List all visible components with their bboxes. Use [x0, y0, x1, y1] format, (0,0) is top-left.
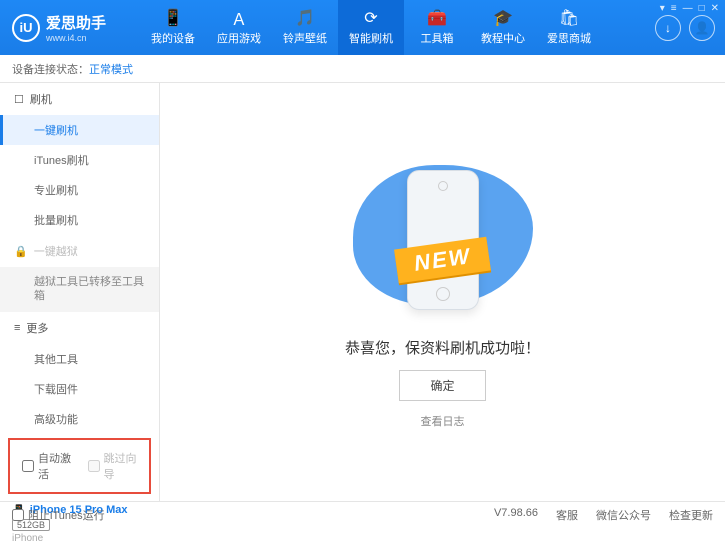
- device-type: iPhone: [12, 533, 147, 544]
- sidebar-item-advanced[interactable]: 高级功能: [0, 404, 159, 434]
- list-icon: ≡: [14, 322, 20, 334]
- support-link[interactable]: 客服: [556, 507, 578, 523]
- sidebar-item-download-firmware[interactable]: 下载固件: [0, 374, 159, 404]
- menu-dropdown-icon[interactable]: ▾: [660, 3, 665, 14]
- device-icon: 📱: [164, 9, 182, 27]
- logo-icon: iU: [12, 14, 40, 42]
- sidebar-item-itunes-flash[interactable]: iTunes刷机: [0, 145, 159, 175]
- nav-toolbox[interactable]: 🧰工具箱: [404, 0, 470, 55]
- device-info: 📱iPhone 15 Pro Max 512GB iPhone: [0, 498, 159, 550]
- status-bar: 设备连接状态： 正常模式: [0, 55, 725, 83]
- status-mode: 正常模式: [89, 61, 133, 77]
- maximize-icon[interactable]: □: [699, 3, 705, 14]
- nav-flash[interactable]: ⟳智能刷机: [338, 0, 404, 55]
- tutorial-icon: 🎓: [494, 9, 512, 27]
- music-icon: 🎵: [296, 9, 314, 27]
- nav-tutorials[interactable]: 🎓教程中心: [470, 0, 536, 55]
- success-message: 恭喜您，保资料刷机成功啦！: [345, 337, 540, 358]
- close-icon[interactable]: ✕: [711, 3, 719, 14]
- nav-my-device[interactable]: 📱我的设备: [140, 0, 206, 55]
- sidebar-item-pro-flash[interactable]: 专业刷机: [0, 175, 159, 205]
- main-nav: 📱我的设备 Ａ应用游戏 🎵铃声壁纸 ⟳智能刷机 🧰工具箱 🎓教程中心 🛍爱思商城: [140, 0, 602, 55]
- status-label: 设备连接状态：: [12, 61, 89, 77]
- sidebar-jailbreak-notice[interactable]: 越狱工具已转移至工具箱: [0, 267, 159, 312]
- nav-apps[interactable]: Ａ应用游戏: [206, 0, 272, 55]
- window-controls: ▾ ≡ — □ ✕: [660, 3, 719, 14]
- success-illustration: NEW: [343, 155, 543, 325]
- version-label: V7.98.66: [494, 507, 538, 523]
- header-actions: ↓ 👤: [655, 15, 725, 41]
- sidebar: ☐刷机 一键刷机 iTunes刷机 专业刷机 批量刷机 🔒一键越狱 越狱工具已转…: [0, 83, 160, 501]
- sidebar-section-flash[interactable]: ☐刷机: [0, 83, 159, 115]
- nav-store[interactable]: 🛍爱思商城: [536, 0, 602, 55]
- sidebar-item-batch-flash[interactable]: 批量刷机: [0, 205, 159, 235]
- sidebar-section-jailbreak: 🔒一键越狱: [0, 235, 159, 267]
- sidebar-section-more[interactable]: ≡更多: [0, 312, 159, 344]
- app-url: www.i4.cn: [46, 33, 106, 43]
- menu-list-icon[interactable]: ≡: [671, 3, 677, 14]
- block-itunes-checkbox[interactable]: 阻止iTunes运行: [12, 507, 105, 523]
- skip-guide-checkbox[interactable]: 跳过向导: [88, 450, 138, 482]
- user-icon: 👤: [695, 21, 710, 35]
- view-log-link[interactable]: 查看日志: [421, 413, 465, 429]
- apps-icon: Ａ: [230, 9, 248, 27]
- toolbox-icon: 🧰: [428, 9, 446, 27]
- update-link[interactable]: 检查更新: [669, 507, 713, 523]
- download-button[interactable]: ↓: [655, 15, 681, 41]
- sidebar-item-other-tools[interactable]: 其他工具: [0, 344, 159, 374]
- app-title: 爱思助手: [46, 12, 106, 33]
- nav-ringtones[interactable]: 🎵铃声壁纸: [272, 0, 338, 55]
- logo-area: iU 爱思助手 www.i4.cn: [0, 12, 140, 43]
- wechat-link[interactable]: 微信公众号: [596, 507, 651, 523]
- lock-icon: 🔒: [14, 245, 28, 258]
- sidebar-item-oneclick-flash[interactable]: 一键刷机: [0, 115, 159, 145]
- store-icon: 🛍: [560, 9, 578, 27]
- header-bar: iU 爱思助手 www.i4.cn 📱我的设备 Ａ应用游戏 🎵铃声壁纸 ⟳智能刷…: [0, 0, 725, 55]
- checkbox-options: 自动激活 跳过向导: [8, 438, 151, 494]
- flash-icon: ☐: [14, 93, 24, 106]
- download-icon: ↓: [665, 21, 671, 35]
- minimize-icon[interactable]: —: [683, 3, 693, 14]
- confirm-button[interactable]: 确定: [399, 370, 485, 401]
- main-content: NEW 恭喜您，保资料刷机成功啦！ 确定 查看日志: [160, 83, 725, 501]
- auto-activate-checkbox[interactable]: 自动激活: [22, 450, 72, 482]
- user-button[interactable]: 👤: [689, 15, 715, 41]
- refresh-icon: ⟳: [362, 9, 380, 27]
